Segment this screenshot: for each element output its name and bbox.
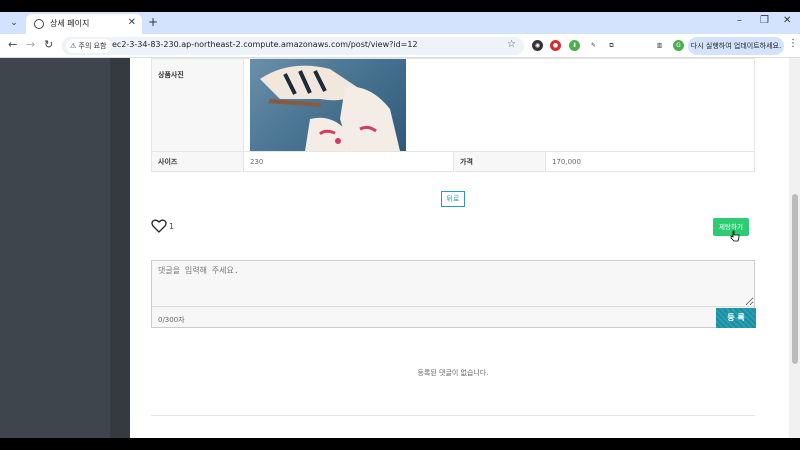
screen-top-strip — [0, 0, 800, 12]
profile-avatar[interactable]: G — [673, 40, 684, 51]
product-photo — [250, 59, 406, 151]
price-label: 가격 — [453, 151, 546, 172]
hand-cursor-icon — [730, 230, 740, 242]
back-button[interactable]: 뒤로 — [441, 191, 465, 207]
browser-toolbar: ← → ↻ ⚠ 주의 요함 ec2-3-34-83-230.ap-northea… — [0, 34, 800, 58]
download-extension-icon[interactable]: ⬇ — [569, 40, 580, 51]
submit-comment-button[interactable]: 등 록 — [716, 308, 756, 328]
extension-icon[interactable]: ◉ — [532, 40, 543, 51]
empty-comments-message: 등록된 댓글이 없습니다. — [417, 369, 489, 377]
browser-tab-active[interactable]: 상세 페이지 ✕ — [26, 14, 142, 34]
reload-icon[interactable]: ↻ — [44, 38, 53, 51]
pen-extension-icon[interactable]: ✎ — [588, 40, 599, 51]
photo-cell — [243, 58, 755, 152]
puzzle-extensions-icon[interactable]: ⧉ — [606, 40, 617, 51]
bookmark-star-icon[interactable]: ☆ — [507, 39, 516, 50]
tab-title: 상세 페이지 — [50, 19, 90, 28]
comment-input[interactable] — [152, 261, 754, 307]
size-value: 230 — [243, 151, 454, 172]
close-tab-icon[interactable]: ✕ — [128, 17, 136, 28]
price-value: 170,000 — [545, 151, 755, 172]
forward-arrow-icon[interactable]: → — [26, 38, 35, 51]
like-count: 1 — [169, 222, 175, 231]
comment-form: 0/300자 등 록 — [151, 260, 756, 328]
close-window-icon[interactable]: ✕ — [783, 15, 791, 26]
minimize-window-icon[interactable]: – — [737, 15, 742, 26]
main-content: 상품사진 사이즈 230 가격 170,000 뒤로 1 제탕하기 댓글을 입력… — [130, 58, 775, 438]
more-menu-icon[interactable]: ⋮ — [788, 38, 798, 49]
product-detail-table: 상품사진 사이즈 230 가격 170,000 — [151, 58, 755, 172]
heart-icon[interactable] — [151, 219, 167, 233]
screen-bottom-strip — [0, 438, 800, 450]
browser-tab-bar: ⌄ 상세 페이지 ✕ + – ❐ ✕ — [0, 12, 800, 34]
character-counter: 0/300자 — [158, 316, 185, 324]
page-viewport: 상품사진 사이즈 230 가격 170,000 뒤로 1 제탕하기 댓글을 입력… — [0, 58, 800, 438]
security-warning-label: 주의 요함 — [78, 42, 107, 50]
right-gutter — [775, 58, 789, 438]
globe-icon — [34, 19, 44, 29]
new-tab-button[interactable]: + — [148, 15, 158, 29]
vertical-scrollbar[interactable] — [789, 58, 800, 438]
warning-icon: ⚠ — [70, 42, 77, 50]
restore-window-icon[interactable]: ❐ — [760, 15, 769, 26]
photo-label: 상품사진 — [151, 58, 244, 152]
adblock-extension-icon[interactable]: ● — [550, 40, 561, 51]
scrollbar-thumb[interactable] — [792, 194, 798, 364]
tab-search-chevron-icon[interactable]: ⌄ — [6, 15, 22, 31]
sneaker-image — [260, 65, 400, 151]
security-warning-chip[interactable]: ⚠ 주의 요함 — [66, 39, 111, 53]
side-panel-icon[interactable]: ▥ — [654, 40, 665, 51]
update-chrome-button[interactable]: 다시 실행하여 업데이트하세요. — [688, 37, 784, 55]
divider — [151, 415, 755, 416]
address-bar[interactable]: ⚠ 주의 요함 ec2-3-34-83-230.ap-northeast-2.c… — [62, 37, 524, 55]
size-label: 사이즈 — [151, 151, 244, 172]
url-text: ec2-3-34-83-230.ap-northeast-2.compute.a… — [112, 40, 418, 49]
left-sidebar — [0, 58, 110, 438]
back-arrow-icon[interactable]: ← — [8, 38, 17, 51]
